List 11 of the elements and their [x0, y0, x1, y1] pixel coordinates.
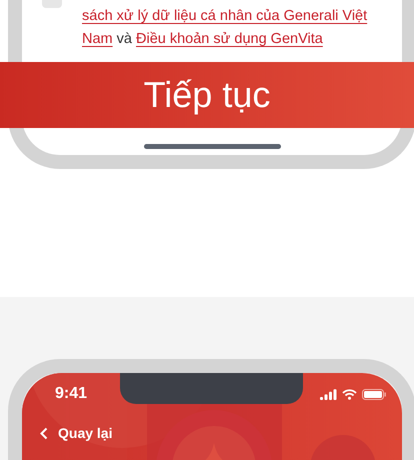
consent-text: sách xử lý dữ liệu cá nhân của Generali Việt Nam và Điều khoản sử dụng GenVita: [82, 7, 368, 49]
consent-link[interactable]: Nam: [82, 31, 113, 47]
back-button[interactable]: Quay lại: [40, 425, 112, 441]
battery-icon: [362, 388, 386, 400]
status-time: 9:41: [55, 385, 88, 403]
consent-link[interactable]: sách xử lý dữ liệu cá nhân của Generali Việt: [82, 8, 368, 24]
wifi-icon: [342, 388, 357, 400]
signal-icon: [320, 388, 337, 400]
chevron-left-icon: [40, 426, 48, 440]
continue-button[interactable]: Tiếp tục: [0, 62, 414, 128]
consent-link[interactable]: Điều khoản sử dụng GenVita: [136, 31, 323, 47]
